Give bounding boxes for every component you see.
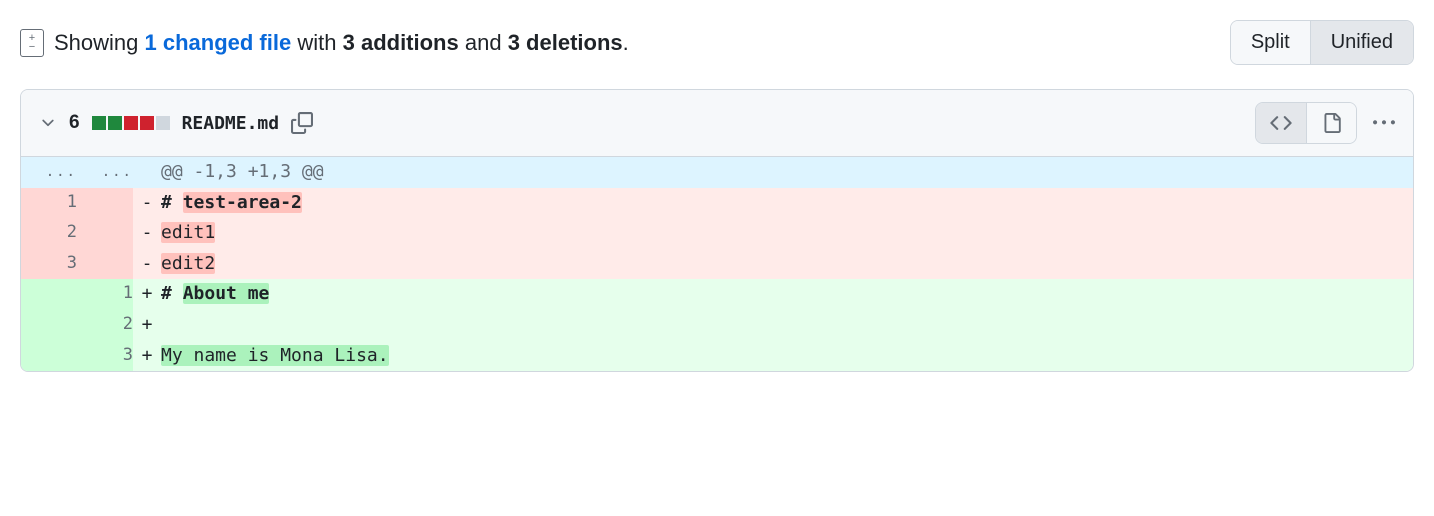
diffstat-add-block [92, 116, 106, 130]
diffstat-add-block [108, 116, 122, 130]
copy-path-icon[interactable] [291, 112, 313, 134]
line-number-old[interactable] [21, 279, 77, 310]
line-number-new[interactable]: 1 [77, 279, 133, 310]
diff-summary-bar: Showing 1 changed file with 3 additions … [20, 20, 1414, 65]
diff-line: 2 -edit1 [21, 218, 1413, 249]
hunk-header-text: @@ -1,3 +1,3 @@ [161, 157, 1413, 188]
line-number-new[interactable]: 3 [77, 341, 133, 372]
summary-additions: 3 additions [343, 30, 459, 55]
summary-deletions: 3 deletions [508, 30, 623, 55]
line-number-new[interactable]: 2 [77, 310, 133, 341]
hunk-marker [133, 157, 161, 188]
change-count: 6 [69, 112, 80, 134]
diff-marker: - [133, 249, 161, 280]
source-view-button[interactable] [1256, 103, 1306, 143]
diff-line: 2+ [21, 310, 1413, 341]
summary-period: . [623, 30, 629, 55]
code-content[interactable]: # test-area-2 [161, 188, 1413, 219]
diff-marker: - [133, 218, 161, 249]
diff-marker: + [133, 279, 161, 310]
line-number-new[interactable] [77, 218, 133, 249]
diff-marker: - [133, 188, 161, 219]
line-number-old[interactable] [21, 341, 77, 372]
summary-left: Showing 1 changed file with 3 additions … [20, 29, 629, 57]
summary-and: and [465, 30, 502, 55]
diff-marker: + [133, 341, 161, 372]
diffstat-del-block [124, 116, 138, 130]
code-content[interactable]: edit2 [161, 249, 1413, 280]
diff-table: ......@@ -1,3 +1,3 @@1-# test-area-22-ed… [21, 157, 1413, 371]
summary-text: Showing 1 changed file with 3 additions … [54, 30, 629, 56]
split-view-button[interactable]: Split [1231, 21, 1310, 64]
diff-panel: 6 README.md [20, 89, 1414, 372]
diffstat-del-block [140, 116, 154, 130]
code-content[interactable]: My name is Mona Lisa. [161, 341, 1413, 372]
line-number-old[interactable]: 2 [21, 218, 77, 249]
expand-hunk-old[interactable]: ... [21, 157, 77, 188]
kebab-menu-icon[interactable] [1373, 112, 1395, 134]
line-number-old[interactable]: 3 [21, 249, 77, 280]
view-mode-toggle: Split Unified [1230, 20, 1414, 65]
line-number-new[interactable] [77, 249, 133, 280]
diff-marker: + [133, 310, 161, 341]
diff-line: 1 -# test-area-2 [21, 188, 1413, 219]
diff-line: 3 -edit2 [21, 249, 1413, 280]
file-name[interactable]: README.md [182, 113, 280, 134]
file-header-right [1255, 102, 1395, 144]
rendered-view-button[interactable] [1306, 103, 1356, 143]
summary-with: with [297, 30, 336, 55]
summary-showing: Showing [54, 30, 138, 55]
code-content[interactable]: edit1 [161, 218, 1413, 249]
display-mode-toggle [1255, 102, 1357, 144]
expand-hunk-new[interactable]: ... [77, 157, 133, 188]
hunk-header-row: ...... @@ -1,3 +1,3 @@ [21, 157, 1413, 188]
file-header-left: 6 README.md [39, 112, 313, 134]
line-number-old[interactable] [21, 310, 77, 341]
code-content[interactable] [161, 310, 1413, 341]
diff-icon [20, 29, 44, 57]
chevron-down-icon[interactable] [39, 114, 57, 132]
diffstat-blocks [92, 116, 170, 130]
line-number-new[interactable] [77, 188, 133, 219]
changed-files-link[interactable]: 1 changed file [145, 30, 292, 55]
diffstat-neutral-block [156, 116, 170, 130]
diff-line: 3+My name is Mona Lisa. [21, 341, 1413, 372]
file-header: 6 README.md [21, 90, 1413, 157]
code-content[interactable]: # About me [161, 279, 1413, 310]
unified-view-button[interactable]: Unified [1310, 21, 1413, 64]
line-number-old[interactable]: 1 [21, 188, 77, 219]
diff-line: 1+# About me [21, 279, 1413, 310]
